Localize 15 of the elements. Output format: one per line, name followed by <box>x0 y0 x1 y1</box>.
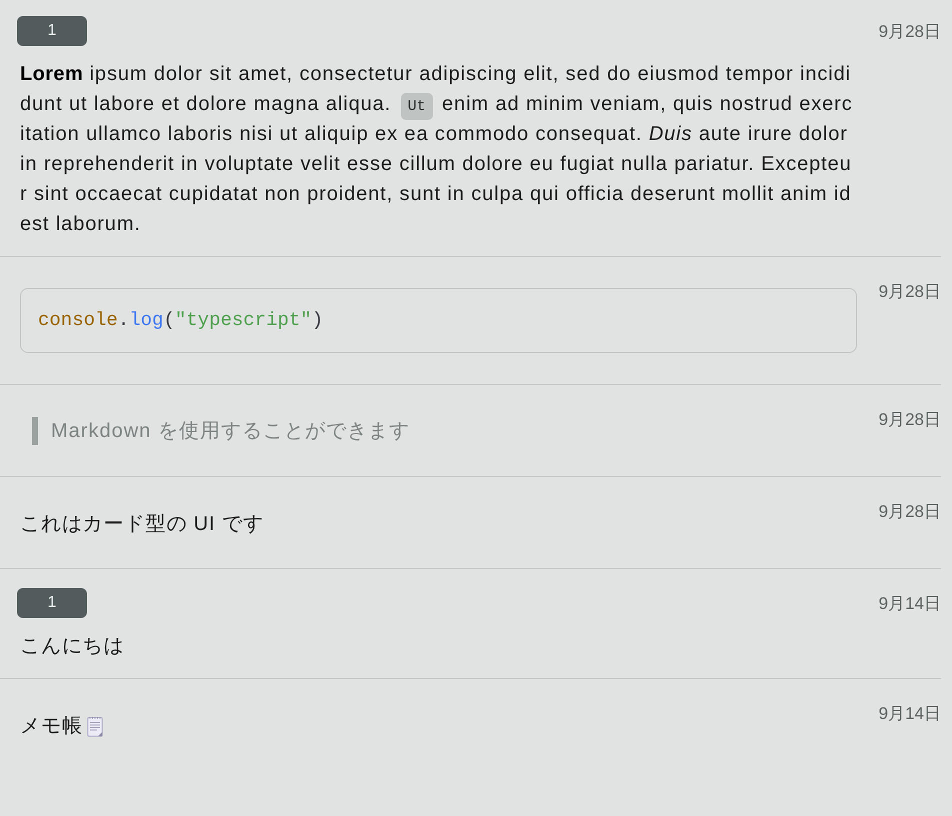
date-label: 9月28日 <box>878 409 941 431</box>
blockquote-text: Markdown を使用することができます <box>32 417 410 445</box>
memo-text: メモ帳 <box>20 714 83 739</box>
date-label: 9月28日 <box>878 501 941 523</box>
memo-text: Lorem ipsum dolor sit amet, consectetur adipiscing elit, sed do eiusmod tempor incididunt ut labore et dolore magna aliqua. Ut enim ad minim veniam, quis nostrud exercitation ullamco laboris nisi ut aliquip ex ea commodo consequat. Duis aute irure dolor in reprehenderit in voluptate velit esse cillum dolore eu fugiat nulla pariatur. Excepteur sint occaecat cupidatat non proident, sunt in culpa qui officia deserunt mollit anim id est laborum. <box>20 62 854 237</box>
date-label: 9月28日 <box>878 281 941 303</box>
count-badge: 1 <box>17 588 87 618</box>
memo-text: これはカード型の UI です <box>20 512 264 537</box>
date-label: 9月14日 <box>878 703 941 725</box>
count-badge: 1 <box>17 16 87 46</box>
notepad-icon <box>86 716 103 737</box>
date-label: 9月28日 <box>878 21 941 43</box>
date-label: 9月14日 <box>878 593 941 615</box>
memo-text: こんにちは <box>20 634 124 659</box>
code-block: console.log("typescript") <box>20 288 857 353</box>
